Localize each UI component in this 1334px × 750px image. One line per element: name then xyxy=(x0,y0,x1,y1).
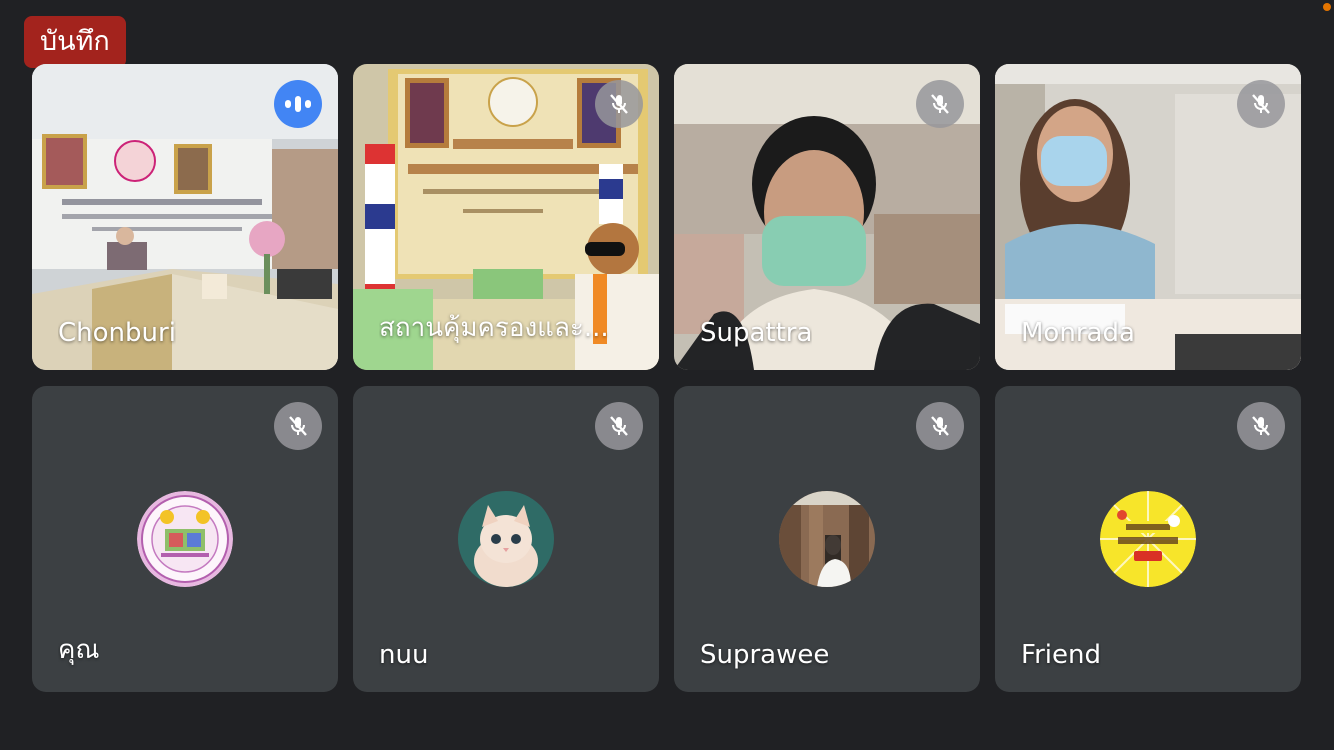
participant-tile-nuu[interactable]: nuu xyxy=(353,386,659,692)
mic-off-icon xyxy=(916,402,964,450)
participant-name: Supattra xyxy=(700,318,813,348)
avatar xyxy=(1100,491,1196,587)
participant-tile-self[interactable]: คุณ xyxy=(32,386,338,692)
avatar xyxy=(137,491,233,587)
camera-indicator-dot xyxy=(1323,3,1331,11)
participant-name: Friend xyxy=(1021,640,1101,670)
participant-tile-suprawee[interactable]: Suprawee xyxy=(674,386,980,692)
participant-tile-supattra[interactable]: Supattra xyxy=(674,64,980,370)
participant-tile-chonburi[interactable]: Chonburi xyxy=(32,64,338,370)
participant-tile-shelter[interactable]: สถานคุ้มครองและ... xyxy=(353,64,659,370)
participant-tile-friend[interactable]: Friend xyxy=(995,386,1301,692)
mic-off-icon xyxy=(595,402,643,450)
speaking-indicator-icon xyxy=(274,80,322,128)
mic-off-icon xyxy=(274,402,322,450)
recording-badge: บันทึก xyxy=(24,16,126,68)
participant-grid: Chonburi สถานคุ้มครองและ... Supattra Mon… xyxy=(32,64,1302,692)
mic-off-icon xyxy=(595,80,643,128)
participant-name: สถานคุ้มครองและ... xyxy=(379,313,609,343)
participant-name: คุณ xyxy=(58,635,100,665)
participant-name: Monrada xyxy=(1021,318,1135,348)
avatar xyxy=(458,491,554,587)
avatar xyxy=(779,491,875,587)
mic-off-icon xyxy=(1237,80,1285,128)
participant-name: Suprawee xyxy=(700,640,830,670)
mic-off-icon xyxy=(916,80,964,128)
mic-off-icon xyxy=(1237,402,1285,450)
participant-tile-monrada[interactable]: Monrada xyxy=(995,64,1301,370)
participant-name: Chonburi xyxy=(58,318,176,348)
participant-name: nuu xyxy=(379,640,429,670)
